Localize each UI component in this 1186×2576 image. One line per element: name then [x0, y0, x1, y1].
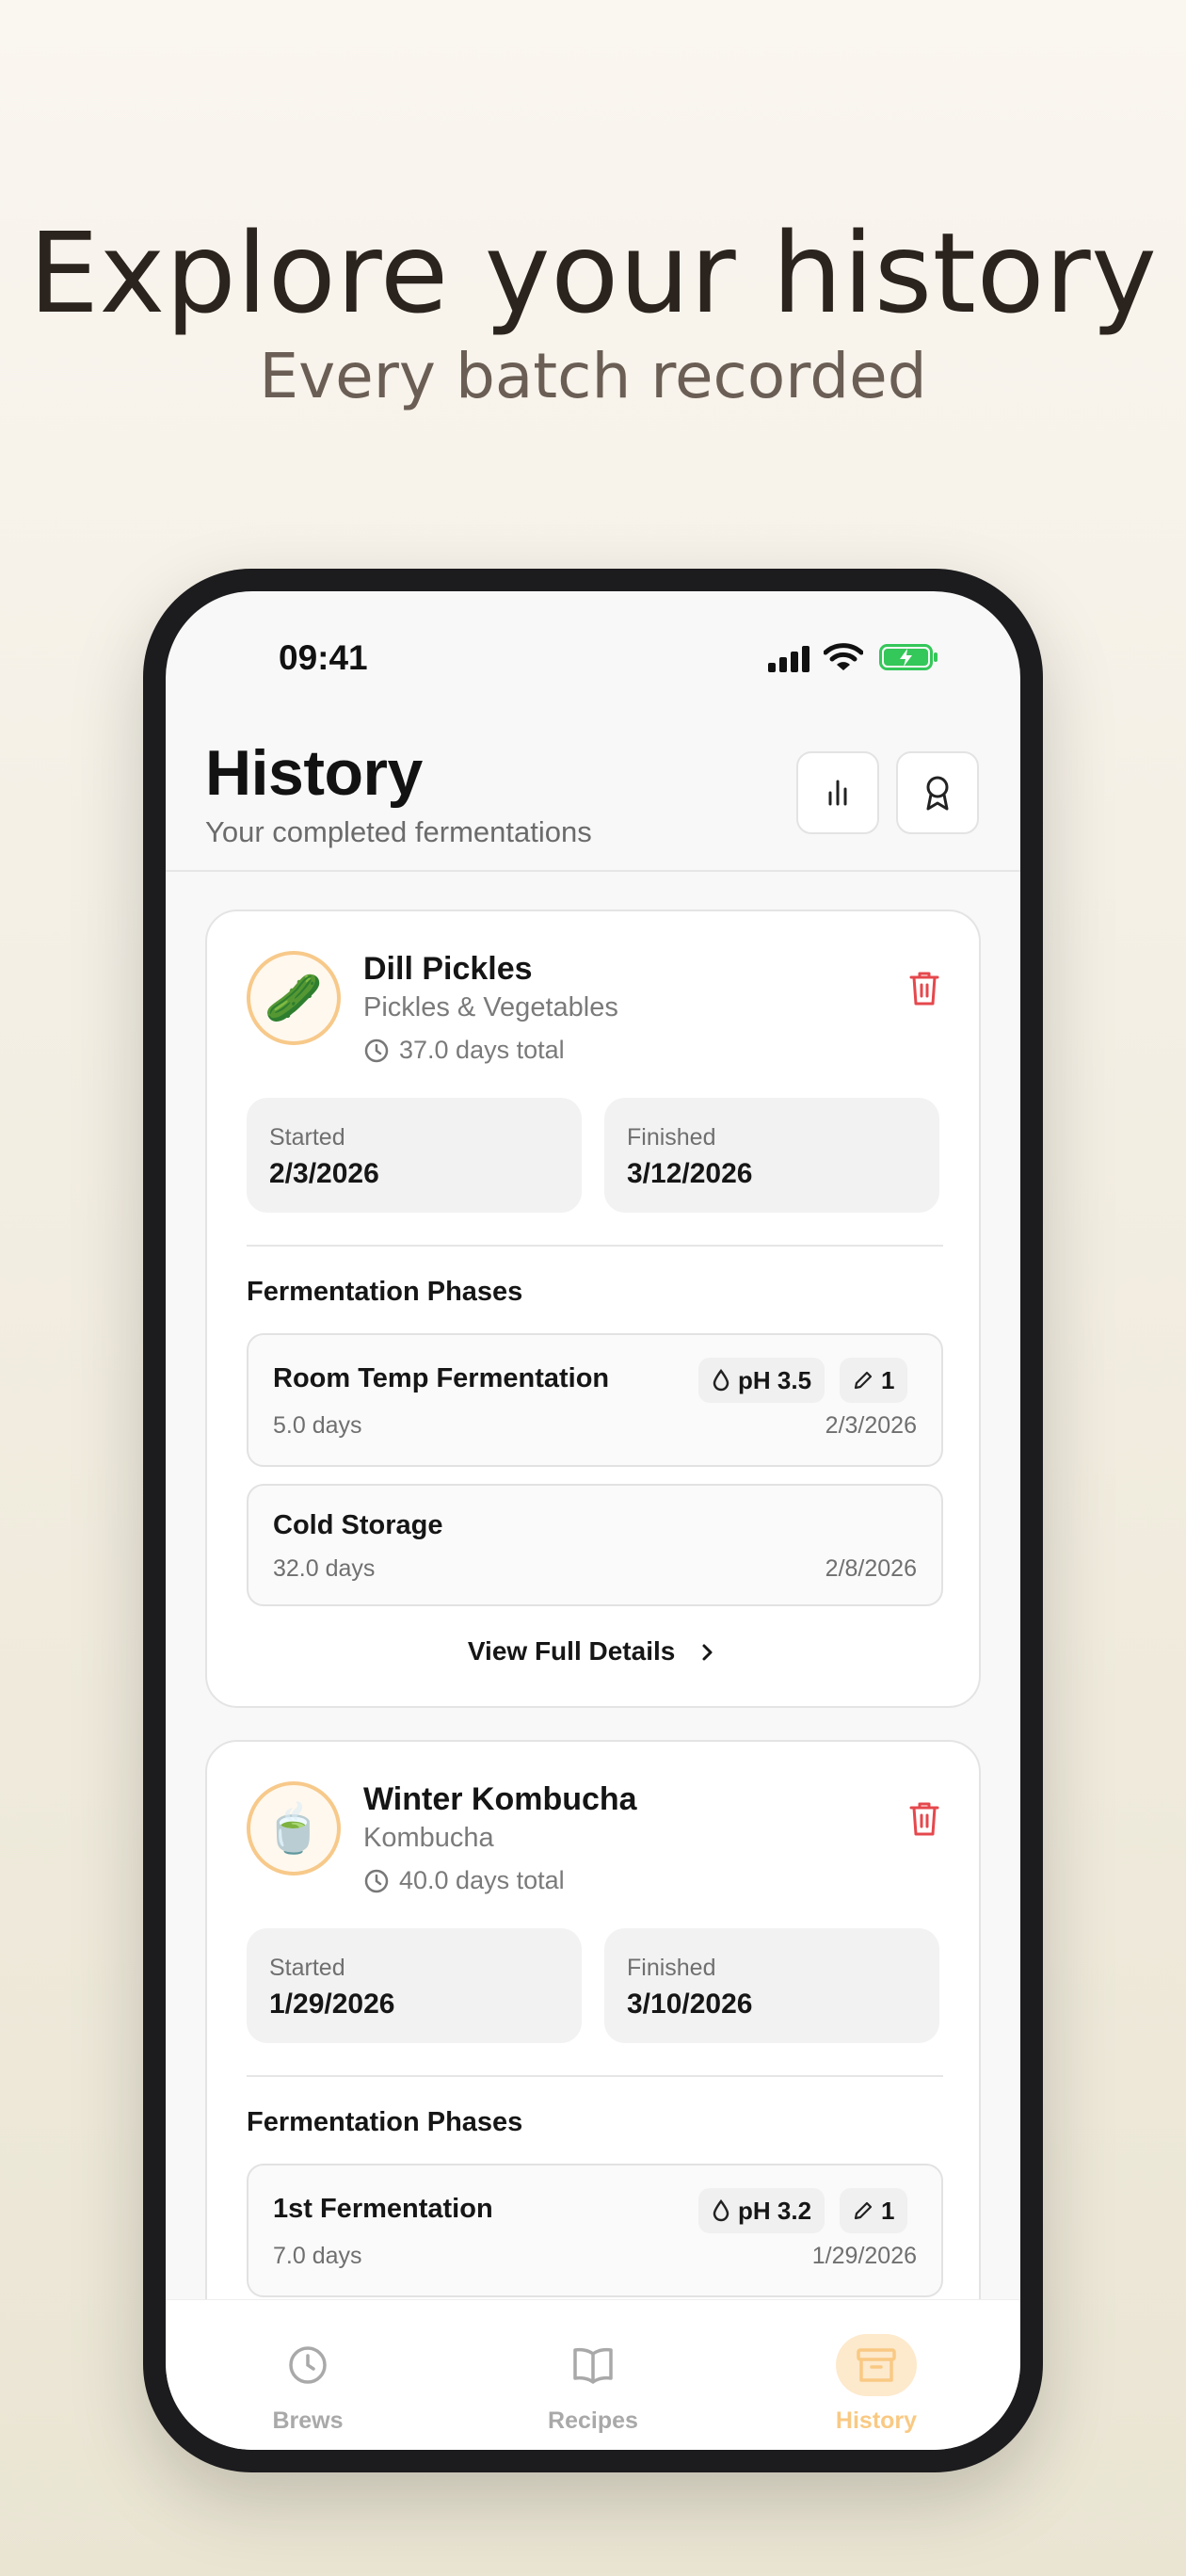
started-date-box: Started 2/3/2026 [247, 1098, 582, 1213]
phase-name: 1st Fermentation [273, 2194, 493, 2224]
ph-value: pH 3.5 [738, 1365, 812, 1394]
ph-chip: pH 3.5 [698, 1358, 825, 1403]
batch-category: Pickles & Vegetables [363, 992, 618, 1022]
cellular-signal-icon [768, 646, 809, 672]
history-list[interactable]: 🥒 Dill Pickles Pickles & Vegetables 37.0… [166, 870, 1020, 2299]
batch-duration-text: 37.0 days total [399, 1036, 565, 1064]
marketing-headline: Explore your history [28, 208, 1158, 338]
phase-date: 1/29/2026 [811, 2243, 917, 2269]
finished-date: 3/12/2026 [627, 1158, 753, 1189]
batch-duration: 37.0 days total [363, 1036, 565, 1065]
started-label: Started [269, 1124, 345, 1151]
finished-label: Finished [627, 1955, 716, 1981]
battery-charging-icon [879, 644, 938, 670]
chevron-right-icon [702, 1644, 713, 1661]
ph-chip: pH 3.2 [698, 2188, 825, 2233]
phase-name: Cold Storage [273, 1510, 443, 1540]
phone-frame: 09:41 History Your completed fermentatio… [143, 569, 1043, 2472]
clock-icon [364, 1038, 389, 1062]
trash-icon[interactable] [906, 1798, 943, 1840]
book-icon [573, 2347, 613, 2384]
tab-brews[interactable]: Brews [242, 2334, 374, 2435]
phase-name: Room Temp Fermentation [273, 1363, 610, 1393]
batch-name: Dill Pickles [363, 951, 533, 987]
notes-chip: 1 [840, 2188, 908, 2233]
view-details-link[interactable]: View Full Details [207, 1636, 979, 1666]
tab-history[interactable]: History [810, 2334, 942, 2435]
phases-title: Fermentation Phases [247, 1277, 523, 1307]
notes-count: 1 [881, 1365, 895, 1394]
phase-days: 5.0 days [273, 1412, 362, 1439]
tab-recipes-label: Recipes [548, 2407, 638, 2434]
batch-avatar: 🥒 [247, 951, 341, 1045]
batch-duration-text: 40.0 days total [399, 1866, 565, 1894]
status-time: 09:41 [279, 638, 368, 677]
finished-date: 3/10/2026 [627, 1988, 753, 2020]
clock-icon [364, 1869, 389, 1892]
started-date-box: Started 1/29/2026 [247, 1928, 582, 2043]
ph-value: pH 3.2 [738, 2196, 812, 2225]
batch-category: Kombucha [363, 1823, 494, 1853]
started-date: 2/3/2026 [269, 1158, 379, 1189]
phases-title: Fermentation Phases [247, 2107, 523, 2137]
pencil-icon [854, 1371, 873, 1390]
phase-row[interactable]: 1st Fermentation pH 3.2 1 7.0 days 1/29/… [247, 2164, 943, 2297]
trash-icon[interactable] [906, 968, 943, 1009]
marketing-subhead: Every batch recorded [259, 340, 927, 412]
page-header: History Your completed fermentations [166, 714, 1020, 872]
phase-row[interactable]: Cold Storage 32.0 days 2/8/2026 [247, 1484, 943, 1606]
finished-date-box: Finished 3/12/2026 [604, 1098, 939, 1213]
view-details-label: View Full Details [467, 1636, 676, 1666]
bar-chart-icon [828, 780, 847, 806]
phase-date: 2/3/2026 [825, 1412, 917, 1439]
tab-brews-label: Brews [272, 2407, 344, 2434]
batch-name: Winter Kombucha [363, 1781, 637, 1817]
notes-count: 1 [881, 2196, 895, 2225]
tea-icon: 🍵 [264, 1801, 324, 1855]
finished-date-box: Finished 3/10/2026 [604, 1928, 939, 2043]
pencil-icon [854, 2201, 873, 2220]
cucumber-icon: 🥒 [264, 971, 324, 1024]
phase-days: 32.0 days [273, 1555, 376, 1582]
phase-days: 7.0 days [273, 2243, 362, 2269]
started-label: Started [269, 1955, 345, 1981]
batch-avatar: 🍵 [247, 1781, 341, 1876]
phone-screen: 09:41 History Your completed fermentatio… [166, 591, 1020, 2450]
phase-date: 2/8/2026 [825, 1555, 917, 1582]
tab-bar: Brews Recipes History [166, 2299, 1020, 2450]
droplet-icon [713, 2199, 729, 2222]
tab-history-label: History [835, 2407, 918, 2434]
clock-icon [289, 2346, 327, 2384]
archive-icon [857, 2348, 896, 2382]
batch-card: 🥒 Dill Pickles Pickles & Vegetables 37.0… [205, 910, 981, 1708]
achievements-button[interactable] [896, 751, 979, 834]
notes-chip: 1 [840, 1358, 908, 1403]
page-subtitle: Your completed fermentations [205, 815, 592, 848]
wifi-icon [824, 643, 863, 670]
stats-button[interactable] [796, 751, 879, 834]
award-ribbon-icon [926, 776, 949, 811]
finished-label: Finished [627, 1124, 716, 1151]
droplet-icon [713, 1369, 729, 1392]
tab-recipes[interactable]: Recipes [527, 2334, 659, 2435]
phase-row[interactable]: Room Temp Fermentation pH 3.5 1 5.0 days [247, 1333, 943, 1467]
started-date: 1/29/2026 [269, 1988, 395, 2020]
divider [247, 2075, 943, 2077]
batch-card: 🍵 Winter Kombucha Kombucha 40.0 days tot… [205, 1740, 981, 2299]
status-bar: 09:41 [166, 638, 1020, 695]
divider [247, 1245, 943, 1247]
batch-duration: 40.0 days total [363, 1866, 565, 1895]
page-title: History [205, 737, 423, 809]
